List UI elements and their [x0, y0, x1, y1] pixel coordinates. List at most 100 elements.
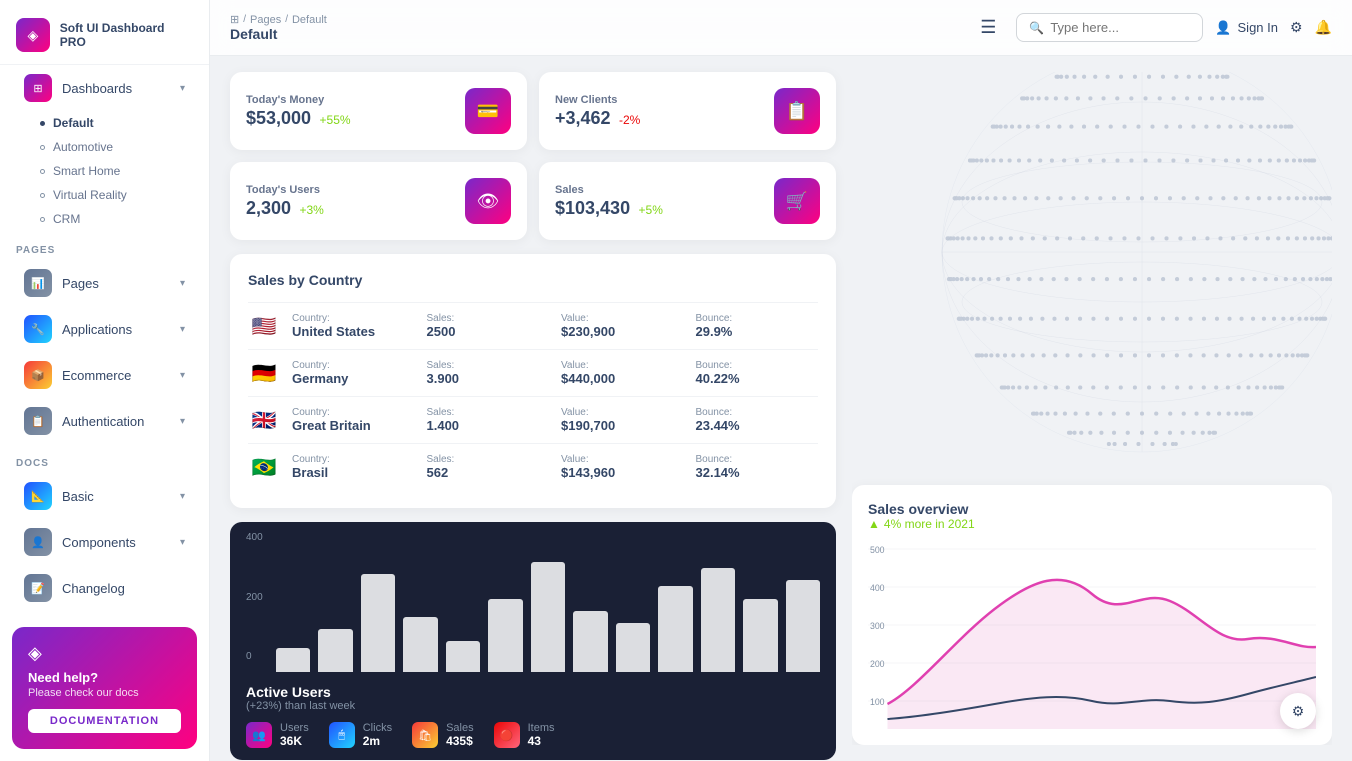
ecommerce-icon: 📦 [24, 361, 52, 389]
breadcrumb-home-icon: ⊞ [230, 13, 239, 26]
stat-change: +55% [320, 113, 351, 127]
pages-icon: 📊 [24, 269, 52, 297]
stat-icon-money: 💳 [465, 88, 511, 134]
bounce-value: 40.22% [696, 371, 819, 386]
stat-change: -2% [619, 113, 640, 127]
chevron-down-icon: ▾ [180, 491, 185, 502]
bounce-value: 29.9% [696, 324, 819, 339]
globe-decoration [892, 72, 1332, 492]
sidebar-item-components[interactable]: 👤 Components ▾ [8, 520, 201, 564]
sidebar-item-automotive[interactable]: Automotive [32, 135, 209, 159]
inactive-dot [40, 145, 45, 150]
metric-item: 🛍 Sales 435$ [412, 722, 474, 748]
breadcrumb: ⊞ / Pages / Default [230, 13, 960, 26]
left-panel: Today's Money $53,000 +55% 💳 New Clients… [230, 72, 836, 745]
table-row: 🇧🇷 Country: Brasil Sales: 562 Value: $14… [248, 443, 818, 490]
sidebar-item-smarthome[interactable]: Smart Home [32, 159, 209, 183]
dashboards-submenu: Default Automotive Smart Home Virtual Re… [32, 111, 209, 231]
sales-value: 562 [427, 465, 550, 480]
inactive-dot [40, 169, 45, 174]
flag-icon: 🇧🇷 [248, 455, 280, 480]
value-value: $230,900 [561, 324, 684, 339]
chart-bar [786, 580, 820, 672]
sidebar-item-pages[interactable]: 📊 Pages ▾ [8, 261, 201, 305]
stat-change: +5% [639, 203, 663, 217]
chart-bar [531, 562, 565, 672]
sales-overview-subtitle: ▲ 4% more in 2021 [868, 517, 1316, 531]
search-input[interactable] [1050, 20, 1190, 35]
settings-fab[interactable]: ⚙ [1280, 693, 1316, 729]
chart-bar [658, 586, 692, 672]
value-value: $190,700 [561, 418, 684, 433]
authentication-icon: 📋 [24, 407, 52, 435]
metric-value: 2m [363, 734, 392, 748]
svg-text:500: 500 [870, 545, 885, 555]
breadcrumb-pages: Pages [250, 14, 281, 26]
sales-label: Sales: [427, 313, 550, 324]
sidebar-item-changelog[interactable]: 📝 Changelog [8, 566, 201, 610]
sub-item-label: CRM [53, 212, 80, 226]
help-subtitle: Please check our docs [28, 687, 181, 699]
signin-button[interactable]: 👤 Sign In [1215, 20, 1278, 36]
bounce-label: Bounce: [696, 407, 819, 418]
documentation-button[interactable]: DOCUMENTATION [28, 709, 181, 733]
sidebar-item-basic[interactable]: 📐 Basic ▾ [8, 474, 201, 518]
line-chart: 500 400 300 200 100 [868, 539, 1316, 729]
metric-label: Sales [446, 722, 474, 734]
country-label: Country: [292, 454, 415, 465]
sales-label: Sales: [427, 407, 550, 418]
sidebar-item-applications[interactable]: 🔧 Applications ▾ [8, 307, 201, 351]
stat-value: 2,300 [246, 198, 291, 218]
sidebar-item-ecommerce[interactable]: 📦 Ecommerce ▾ [8, 353, 201, 397]
metric-item: 🔴 Items 43 [494, 722, 555, 748]
search-box[interactable]: 🔍 [1016, 13, 1203, 42]
menu-toggle-icon[interactable]: ☰ [980, 17, 996, 38]
bar-chart-card: 400 200 0 Active Users (+23%) than last … [230, 522, 836, 760]
stat-cards: Today's Money $53,000 +55% 💳 New Clients… [230, 72, 836, 240]
chart-bar [743, 599, 777, 672]
changelog-icon: 📝 [24, 574, 52, 602]
notifications-icon[interactable]: 🔔 [1315, 19, 1332, 36]
chart-bar [616, 623, 650, 672]
bounce-label: Bounce: [696, 313, 819, 324]
components-icon: 👤 [24, 528, 52, 556]
table-row: 🇩🇪 Country: Germany Sales: 3.900 Value: … [248, 349, 818, 396]
stat-icon-sales: 🛒 [774, 178, 820, 224]
sidebar-item-crm[interactable]: CRM [32, 207, 209, 231]
value-value: $143,960 [561, 465, 684, 480]
chart-bar [276, 648, 310, 672]
value-value: $440,000 [561, 371, 684, 386]
table-row: 🇬🇧 Country: Great Britain Sales: 1.400 V… [248, 396, 818, 443]
main-area: ⊞ / Pages / Default Default ☰ 🔍 👤 Sign I… [210, 0, 1352, 761]
chevron-down-icon: ▾ [180, 370, 185, 381]
sales-label: Sales: [427, 360, 550, 371]
settings-icon[interactable]: ⚙ [1290, 19, 1303, 36]
stat-card-sales: Sales $103,430 +5% 🛒 [539, 162, 836, 240]
sidebar-item-authentication[interactable]: 📋 Authentication ▾ [8, 399, 201, 443]
help-icon: ◈ [28, 643, 181, 664]
sidebar-item-dashboards[interactable]: ⊞ Dashboards ▾ [8, 66, 201, 110]
metric-label: Items [528, 722, 555, 734]
metric-item: 👥 Users 36K [246, 722, 309, 748]
metric-icon: 🛍 [412, 722, 438, 748]
inactive-dot [40, 217, 45, 222]
sales-overview-title: Sales overview [868, 501, 1316, 517]
stat-value: +3,462 [555, 108, 611, 128]
search-icon: 🔍 [1029, 21, 1044, 35]
sidebar-item-default[interactable]: Default [32, 111, 209, 135]
sidebar: ◈ Soft UI Dashboard PRO ⊞ Dashboards ▾ D… [0, 0, 210, 761]
sales-value: 3.900 [427, 371, 550, 386]
stat-icon-users: 👁 [465, 178, 511, 224]
stat-label: New Clients [555, 94, 640, 106]
docs-section-label: DOCS [0, 444, 209, 473]
active-users-info: Active Users (+23%) than last week 👥 Use… [230, 672, 836, 760]
bounce-value: 32.14% [696, 465, 819, 480]
app-name: Soft UI Dashboard PRO [60, 21, 193, 49]
stat-card-users: Today's Users 2,300 +3% 👁 [230, 162, 527, 240]
chart-bar [573, 611, 607, 672]
bars-container [276, 542, 820, 672]
chevron-down-icon: ▾ [180, 83, 185, 94]
sidebar-item-virtualreality[interactable]: Virtual Reality [32, 183, 209, 207]
help-title: Need help? [28, 670, 181, 685]
components-label: Components [62, 535, 136, 550]
